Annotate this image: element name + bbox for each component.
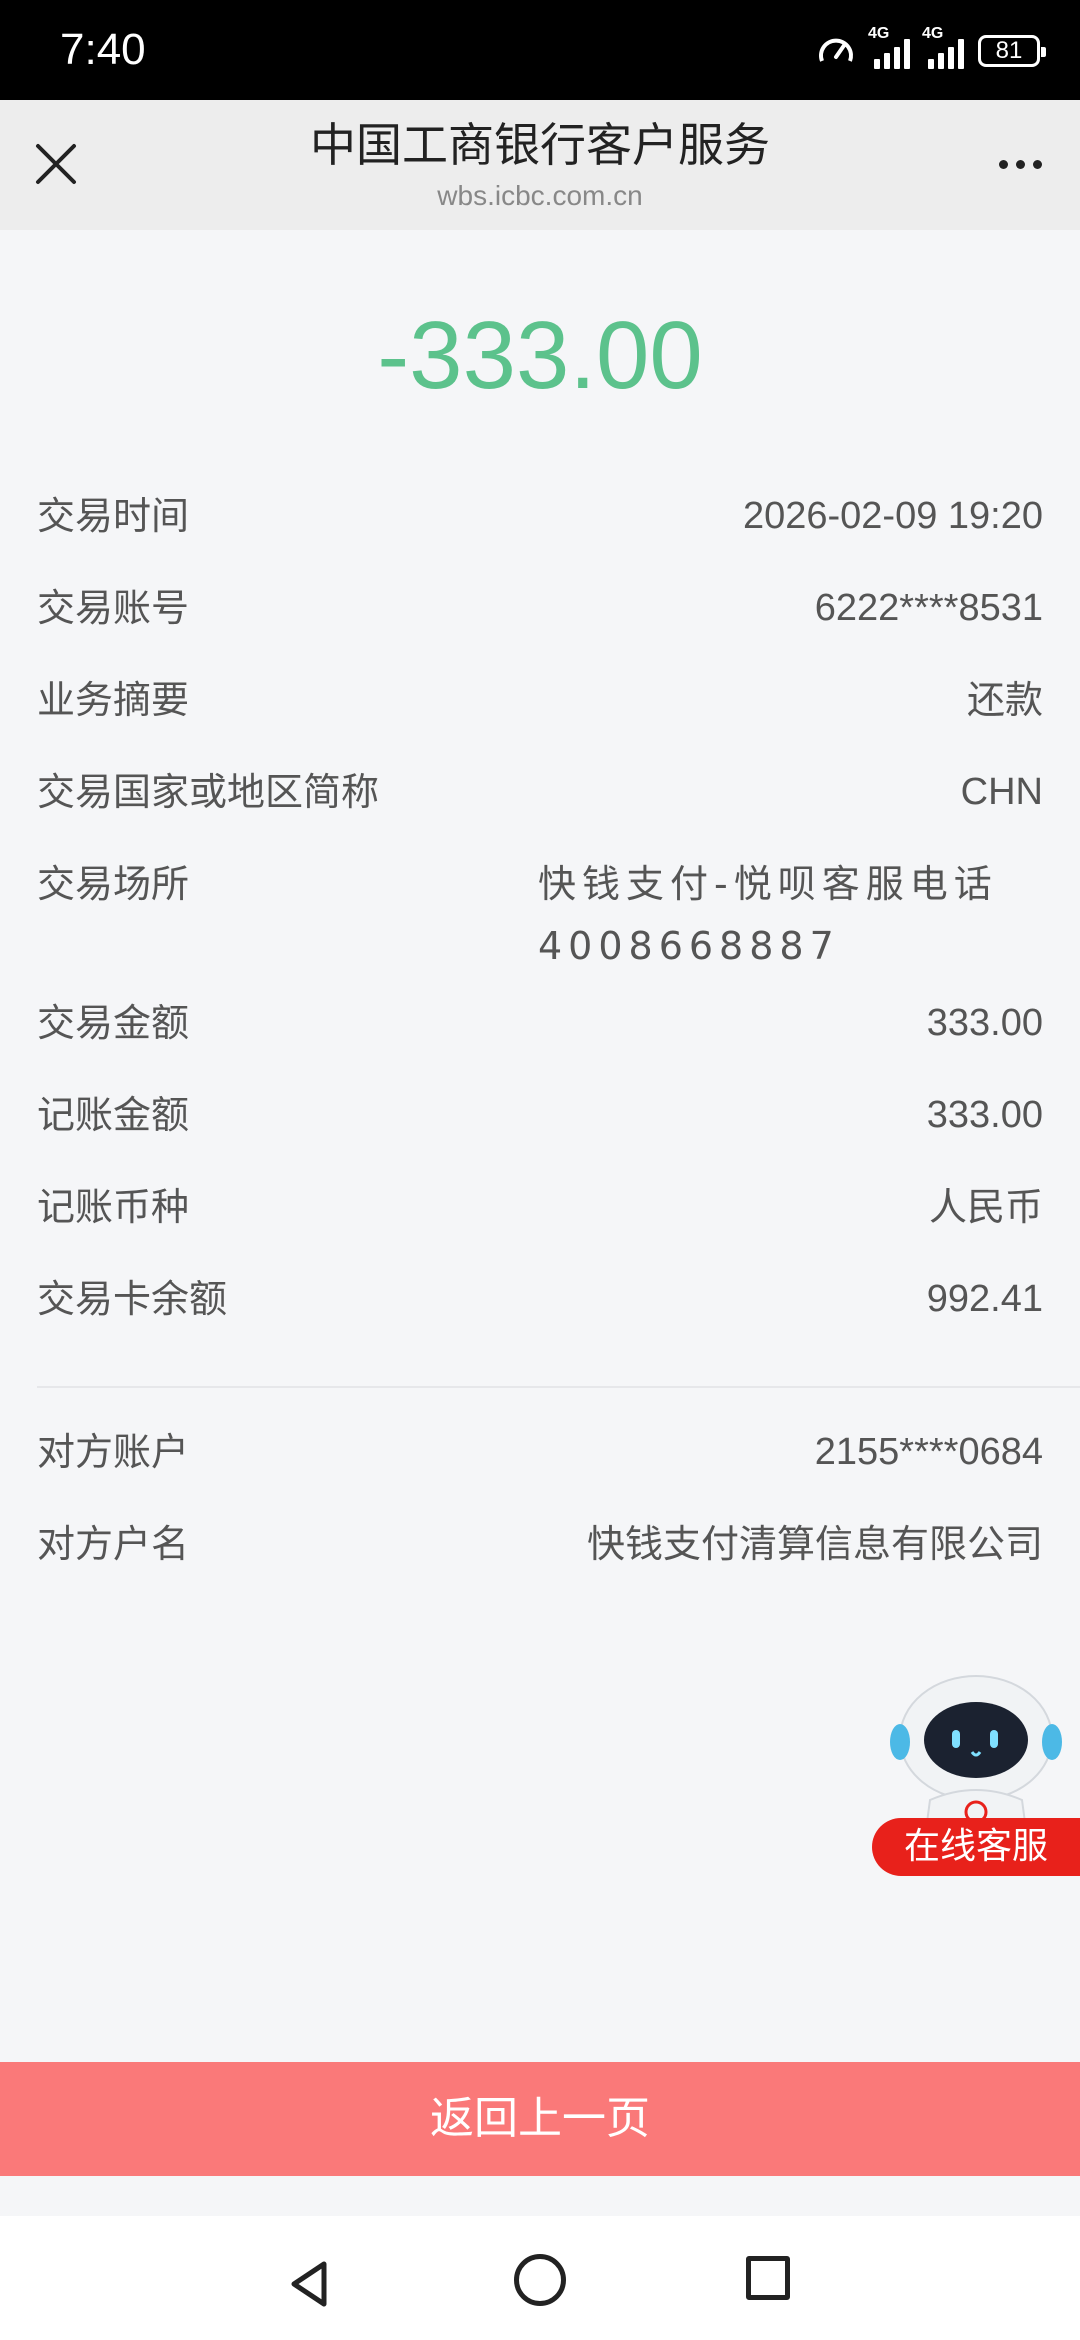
- detail-value: CHN: [960, 771, 1043, 813]
- section-divider: [37, 1386, 1080, 1388]
- detail-label: 业务摘要: [37, 678, 190, 722]
- status-icons: 4G 4G 81: [816, 25, 1046, 74]
- detail-value: 333.00: [926, 1002, 1043, 1044]
- detail-row: 交易场所 快钱支付-悦呗客服电话4008668887: [0, 838, 1080, 977]
- detail-label: 交易时间: [37, 494, 190, 538]
- recent-apps-icon[interactable]: [746, 2256, 790, 2300]
- transaction-details: 交易时间 2026-02-09 19:20 交易账号 6222****8531 …: [0, 470, 1080, 1345]
- detail-row: 对方账户 2155****0684: [0, 1406, 1080, 1498]
- detail-label: 交易国家或地区简称: [37, 770, 380, 814]
- detail-row: 记账币种 人民币: [0, 1161, 1080, 1253]
- detail-row: 交易卡余额 992.41: [0, 1253, 1080, 1345]
- detail-label: 交易金额: [37, 1001, 190, 1045]
- detail-value: 992.41: [926, 1278, 1043, 1320]
- detail-label: 对方账户: [37, 1430, 190, 1474]
- detail-value: 快钱支付-悦呗客服电话4008668887: [538, 862, 998, 968]
- detail-value: 2026-02-09 19:20: [742, 495, 1043, 537]
- signal-icon: 4G: [922, 25, 964, 69]
- detail-row: 记账金额 333.00: [0, 1069, 1080, 1161]
- detail-row: 对方户名 快钱支付清算信息有限公司: [0, 1498, 1080, 1590]
- home-icon[interactable]: [514, 2254, 566, 2306]
- back-icon[interactable]: [280, 2254, 340, 2314]
- detail-row: 交易国家或地区简称 CHN: [0, 746, 1080, 838]
- detail-value: 2155****0684: [814, 1431, 1043, 1473]
- detail-label: 交易场所: [37, 862, 190, 906]
- counterparty-details: 对方账户 2155****0684 对方户名 快钱支付清算信息有限公司: [0, 1406, 1080, 1590]
- detail-row: 交易金额 333.00: [0, 977, 1080, 1069]
- detail-value: 快钱支付清算信息有限公司: [586, 1522, 1043, 1566]
- detail-label: 记账金额: [37, 1093, 190, 1137]
- battery-level: 81: [995, 37, 1023, 64]
- status-bar: 7:40 4G 4G 81: [0, 0, 1080, 100]
- detail-label: 交易账号: [37, 586, 190, 630]
- page-url: wbs.icbc.com.cn: [437, 180, 643, 211]
- detail-value: 还款: [966, 678, 1043, 722]
- detail-row: 业务摘要 还款: [0, 654, 1080, 746]
- page-header: 中国工商银行客户服务 wbs.icbc.com.cn: [0, 100, 1080, 230]
- speed-gauge-icon: [819, 38, 853, 62]
- detail-value: 333.00: [926, 1094, 1043, 1136]
- system-nav-bar: [0, 2216, 1080, 2340]
- online-service-button[interactable]: 在线客服: [872, 1818, 1080, 1876]
- back-page-button[interactable]: 返回上一页: [0, 2062, 1080, 2176]
- battery-icon: 81: [978, 35, 1046, 67]
- detail-value: 人民币: [928, 1185, 1043, 1229]
- detail-row: 交易账号 6222****8531: [0, 562, 1080, 654]
- detail-row: 交易时间 2026-02-09 19:20: [0, 470, 1080, 562]
- detail-value: 6222****8531: [814, 587, 1043, 629]
- more-icon[interactable]: [988, 140, 1052, 188]
- transaction-amount: -333.00: [377, 302, 703, 409]
- detail-label: 交易卡余额: [37, 1277, 228, 1321]
- status-time: 7:40: [60, 25, 146, 74]
- signal-icon: 4G: [868, 25, 910, 69]
- detail-label: 记账币种: [37, 1185, 190, 1229]
- detail-label: 对方户名: [37, 1522, 190, 1566]
- page-title: 中国工商银行客户服务: [310, 118, 770, 172]
